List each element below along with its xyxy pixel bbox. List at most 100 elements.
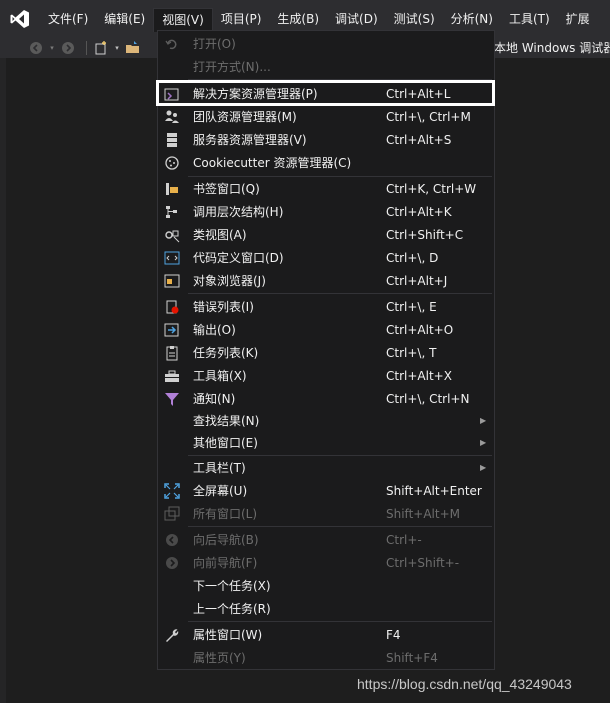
menu-item-navigate-forward[interactable]: 向前导航(F) Ctrl+Shift+- bbox=[158, 551, 494, 574]
menu-item-error-list[interactable]: 错误列表(I) Ctrl+\, E bbox=[158, 295, 494, 318]
menu-item-shortcut: Ctrl+Alt+K bbox=[386, 204, 452, 219]
forward-circle-icon[interactable] bbox=[60, 40, 76, 56]
menu-item-label: 全屏幕(U) bbox=[193, 484, 248, 498]
back-circle-icon[interactable] bbox=[28, 40, 44, 56]
menu-item-label: 向后导航(B) bbox=[193, 533, 259, 547]
object-browser-icon bbox=[164, 273, 180, 289]
menu-item-server-explorer[interactable]: 服务器资源管理器(V) Ctrl+Alt+S bbox=[158, 128, 494, 151]
all-windows-icon bbox=[164, 506, 180, 522]
menu-item-label: 属性窗口(W) bbox=[193, 628, 263, 642]
menu-item-next-task[interactable]: 下一个任务(X) bbox=[158, 574, 494, 597]
task-list-icon bbox=[164, 345, 180, 361]
menu-tools[interactable]: 工具(T) bbox=[501, 8, 558, 30]
submenu-arrow-icon: ▶ bbox=[480, 416, 487, 425]
menu-item-toolbox[interactable]: 工具箱(X) Ctrl+Alt+X bbox=[158, 364, 494, 387]
menu-separator bbox=[188, 79, 492, 80]
dropdown-arrow-icon[interactable]: ▾ bbox=[113, 40, 121, 56]
menu-view[interactable]: 视图(V) bbox=[153, 8, 213, 32]
menu-item-shortcut: Ctrl+\, E bbox=[386, 299, 437, 314]
menu-item-label: 类视图(A) bbox=[193, 228, 247, 242]
open-folder-icon[interactable] bbox=[125, 40, 141, 56]
menu-edit[interactable]: 编辑(E) bbox=[96, 8, 153, 30]
menu-item-properties-window[interactable]: 属性窗口(W) F4 bbox=[158, 623, 494, 646]
menu-item-fullscreen[interactable]: 全屏幕(U) Shift+Alt+Enter bbox=[158, 479, 494, 502]
class-view-icon bbox=[164, 227, 180, 243]
menu-item-bookmark-window[interactable]: 书签窗口(Q) Ctrl+K, Ctrl+W bbox=[158, 177, 494, 200]
menu-item-label: 工具栏(T) bbox=[193, 461, 246, 475]
menu-item-label: 工具箱(X) bbox=[193, 369, 247, 383]
menu-item-notifications[interactable]: 通知(N) Ctrl+\, Ctrl+N bbox=[158, 387, 494, 410]
menu-item-label: 解决方案资源管理器(P) bbox=[193, 87, 318, 101]
menu-item-label: 任务列表(K) bbox=[193, 346, 259, 360]
menu-test[interactable]: 测试(S) bbox=[386, 8, 443, 30]
menu-item-task-list[interactable]: 任务列表(K) Ctrl+\, T bbox=[158, 341, 494, 364]
new-project-icon[interactable] bbox=[93, 40, 109, 56]
debug-target-label[interactable]: 本地 Windows 调试器 bbox=[494, 38, 610, 58]
notification-flag-icon bbox=[164, 391, 180, 407]
submenu-arrow-icon: ▶ bbox=[480, 438, 487, 447]
menu-item-call-hierarchy[interactable]: 调用层次结构(H) Ctrl+Alt+K bbox=[158, 200, 494, 223]
menu-item-label: 调用层次结构(H) bbox=[193, 205, 284, 219]
menu-item-shortcut: Ctrl+Alt+X bbox=[386, 368, 452, 383]
menu-item-object-browser[interactable]: 对象浏览器(J) Ctrl+Alt+J bbox=[158, 269, 494, 292]
menu-item-shortcut: Ctrl+\, T bbox=[386, 345, 437, 360]
view-menu-dropdown: 打开(O) 打开方式(N)... 解决方案资源管理器(P) Ctrl+Alt+L… bbox=[157, 30, 495, 670]
left-tool-strip bbox=[0, 58, 6, 703]
menu-item-class-view[interactable]: 类视图(A) Ctrl+Shift+C bbox=[158, 223, 494, 246]
menu-item-solution-explorer[interactable]: 解决方案资源管理器(P) Ctrl+Alt+L bbox=[158, 82, 494, 105]
solution-explorer-icon bbox=[164, 86, 180, 102]
output-icon bbox=[164, 322, 180, 338]
menu-item-shortcut: Ctrl+Alt+J bbox=[386, 273, 448, 288]
menu-separator bbox=[188, 621, 492, 622]
menu-separator bbox=[188, 293, 492, 294]
dropdown-arrow-icon[interactable]: ▾ bbox=[48, 40, 56, 56]
menu-item-label: 错误列表(I) bbox=[193, 300, 254, 314]
bookmark-icon bbox=[164, 181, 180, 197]
menu-item-all-windows[interactable]: 所有窗口(L) Shift+Alt+M bbox=[158, 502, 494, 525]
menu-item-previous-task[interactable]: 上一个任务(R) bbox=[158, 597, 494, 620]
menu-item-cookiecutter-explorer[interactable]: Cookiecutter 资源管理器(C) bbox=[158, 151, 494, 174]
menu-item-label: 团队资源管理器(M) bbox=[193, 110, 297, 124]
cookiecutter-icon bbox=[164, 155, 180, 171]
menu-project[interactable]: 项目(P) bbox=[213, 8, 270, 30]
menu-item-label: 服务器资源管理器(V) bbox=[193, 133, 307, 147]
menu-item-property-pages[interactable]: 属性页(Y) Shift+F4 bbox=[158, 646, 494, 669]
navigate-back-icon bbox=[164, 532, 180, 548]
visual-studio-logo-icon[interactable] bbox=[0, 0, 40, 38]
menu-extensions[interactable]: 扩展 bbox=[558, 8, 598, 30]
menu-item-toolbars[interactable]: 工具栏(T) ▶ bbox=[158, 456, 494, 479]
navigate-forward-icon bbox=[164, 555, 180, 571]
menu-item-label: 代码定义窗口(D) bbox=[193, 251, 284, 265]
menu-item-open[interactable]: 打开(O) bbox=[158, 32, 494, 55]
call-hierarchy-icon bbox=[164, 204, 180, 220]
menu-item-label: 所有窗口(L) bbox=[193, 507, 258, 521]
menu-item-shortcut: Ctrl+\, Ctrl+N bbox=[386, 391, 470, 406]
server-explorer-icon bbox=[164, 132, 180, 148]
menu-item-label: 对象浏览器(J) bbox=[193, 274, 266, 288]
menu-item-team-explorer[interactable]: 团队资源管理器(M) Ctrl+\, Ctrl+M bbox=[158, 105, 494, 128]
menu-item-label: 打开方式(N)... bbox=[193, 60, 271, 74]
menu-item-label: 书签窗口(Q) bbox=[193, 182, 260, 196]
team-explorer-icon bbox=[164, 109, 180, 125]
menu-item-shortcut: Ctrl+Alt+O bbox=[386, 322, 454, 337]
menu-analyze[interactable]: 分析(N) bbox=[443, 8, 501, 30]
menu-item-navigate-back[interactable]: 向后导航(B) Ctrl+- bbox=[158, 528, 494, 551]
menu-item-find-results[interactable]: 查找结果(N) ▶ bbox=[158, 409, 494, 432]
menu-item-output[interactable]: 输出(O) Ctrl+Alt+O bbox=[158, 318, 494, 341]
menu-item-shortcut: Shift+Alt+M bbox=[386, 506, 460, 521]
menu-item-label: 属性页(Y) bbox=[193, 651, 246, 665]
menu-item-shortcut: Ctrl+\, D bbox=[386, 250, 439, 265]
menu-item-open-with[interactable]: 打开方式(N)... bbox=[158, 55, 494, 78]
menu-separator bbox=[188, 526, 492, 527]
menu-item-other-windows[interactable]: 其他窗口(E) ▶ bbox=[158, 431, 494, 454]
toolbox-icon bbox=[164, 368, 180, 384]
menu-debug[interactable]: 调试(D) bbox=[327, 8, 386, 30]
menu-item-label: Cookiecutter 资源管理器(C) bbox=[193, 156, 352, 170]
watermark-text: https://blog.csdn.net/qq_43249043 bbox=[357, 676, 572, 692]
menu-item-code-definition-window[interactable]: 代码定义窗口(D) Ctrl+\, D bbox=[158, 246, 494, 269]
menu-file[interactable]: 文件(F) bbox=[40, 8, 96, 30]
submenu-arrow-icon: ▶ bbox=[480, 463, 487, 472]
menu-item-shortcut: Shift+Alt+Enter bbox=[386, 483, 482, 498]
code-definition-icon bbox=[164, 250, 180, 266]
menu-build[interactable]: 生成(B) bbox=[269, 8, 327, 30]
